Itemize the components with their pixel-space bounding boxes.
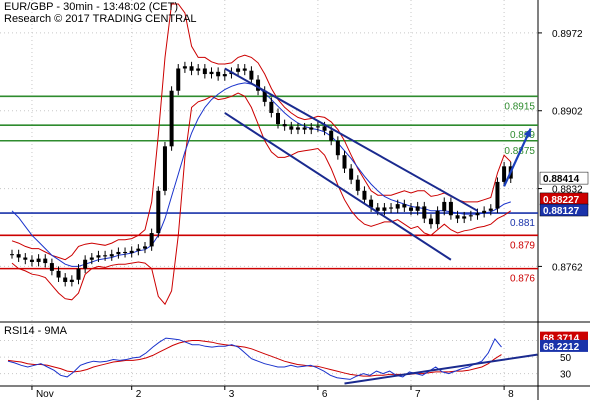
- price-candle: [202, 68, 207, 75]
- price-candle: [482, 210, 487, 214]
- price-candle: [83, 259, 88, 269]
- rsi-tick-label: 30: [560, 370, 572, 381]
- level-label-pivot: 0.881: [510, 218, 535, 229]
- price-candle: [162, 146, 167, 191]
- price-candle: [428, 218, 433, 225]
- chart-title: EUR/GBP - 30min - 13:48:02 (CET): [4, 1, 179, 13]
- price-candle: [222, 74, 227, 77]
- rsi-title: RSI14 - 9MA: [4, 325, 67, 337]
- price-candle: [488, 208, 493, 211]
- x-tick-label: 7: [415, 389, 421, 400]
- price-candle: [329, 130, 334, 141]
- price-candle: [189, 66, 194, 71]
- price-candle: [495, 181, 500, 209]
- price-candle: [349, 168, 354, 180]
- price-candle: [136, 248, 141, 251]
- channel-lower-line: [224, 112, 452, 261]
- price-candle: [43, 258, 48, 264]
- price-candle: [169, 90, 174, 147]
- level-label-support: 0.876: [510, 274, 535, 285]
- x-tick-label: 6: [322, 389, 328, 400]
- price-candle: [182, 66, 187, 69]
- price-candle: [143, 246, 147, 249]
- price-candle: [468, 215, 473, 217]
- price-candle: [249, 70, 254, 80]
- price-candle: [302, 127, 307, 130]
- rsi-badge-label: 68.2212: [543, 342, 580, 353]
- price-candle: [36, 258, 41, 262]
- price-candle: [455, 215, 460, 219]
- price-candle: [395, 204, 400, 209]
- price-candle: [269, 101, 274, 113]
- chart-root: EUR/GBP - 30min - 13:48:02 (CET) Researc…: [0, 0, 590, 400]
- copyright-text: Research © 2017 TRADING CENTRAL: [4, 13, 197, 25]
- chart-svg: 0.89720.89020.88320.8762Nov 2 3 6 7 80.89150.…: [0, 0, 590, 400]
- price-candle: [216, 71, 221, 77]
- price-candle: [109, 254, 114, 257]
- rsi-tick-label: 50: [560, 353, 572, 364]
- price-candle: [475, 213, 480, 216]
- price-candle: [362, 190, 367, 200]
- price-candle: [422, 206, 427, 219]
- level-label-resistance: 0.889: [510, 130, 535, 141]
- x-tick-label: 2: [136, 389, 142, 400]
- price-candle: [236, 68, 241, 72]
- rsi-trendline: [344, 353, 538, 385]
- price-candle: [502, 166, 507, 182]
- price-candle: [442, 201, 447, 211]
- price-candle: [435, 210, 440, 225]
- price-candle: [402, 204, 407, 208]
- price-candle: [448, 201, 453, 216]
- price-candle: [23, 257, 28, 260]
- price-candle: [335, 140, 340, 156]
- price-candle: [176, 68, 181, 91]
- channel-upper-line: [224, 67, 478, 212]
- price-candle: [315, 126, 320, 128]
- x-tick-label: Nov: [36, 389, 54, 400]
- price-candle: [56, 270, 61, 278]
- price-candle: [382, 207, 387, 211]
- price-candle: [49, 263, 54, 271]
- price-badge-label: 0.88414: [543, 174, 580, 185]
- moving-average-line: [11, 82, 511, 267]
- price-candle: [355, 179, 360, 191]
- x-tick-label: 3: [229, 389, 235, 400]
- price-candle: [123, 251, 128, 254]
- price-candle: [295, 127, 300, 130]
- price-candle: [342, 155, 347, 169]
- price-candle: [415, 206, 420, 211]
- price-candle: [29, 259, 34, 262]
- price-candle: [16, 254, 21, 258]
- price-candle: [282, 124, 287, 127]
- y-tick-label: 0.8762: [552, 262, 583, 273]
- price-candle: [462, 216, 467, 219]
- level-label-resistance: 0.8915: [504, 101, 535, 112]
- price-candle: [149, 233, 154, 247]
- price-candle: [209, 71, 214, 75]
- price-candle: [96, 255, 101, 258]
- price-candle: [76, 268, 81, 280]
- price-candle: [129, 250, 134, 254]
- price-candle: [196, 68, 201, 71]
- price-candle: [242, 68, 247, 71]
- price-candle: [103, 255, 108, 257]
- price-candle: [309, 127, 314, 130]
- price-candle: [63, 277, 68, 282]
- price-candle: [409, 207, 413, 211]
- price-candle: [276, 112, 280, 125]
- price-candle: [69, 279, 74, 282]
- price-candle: [116, 251, 121, 255]
- price-badge-label: 0.88127: [543, 206, 580, 217]
- price-candle: [10, 254, 14, 256]
- price-candle: [289, 126, 294, 130]
- level-label-support: 0.879: [510, 240, 535, 251]
- price-candle: [389, 207, 394, 209]
- y-tick-label: 0.8902: [552, 107, 583, 118]
- price-candle: [89, 257, 94, 260]
- price-candle: [156, 190, 161, 234]
- x-tick-label: 8: [508, 389, 514, 400]
- price-candle: [322, 126, 327, 131]
- y-tick-label: 0.8972: [552, 29, 583, 40]
